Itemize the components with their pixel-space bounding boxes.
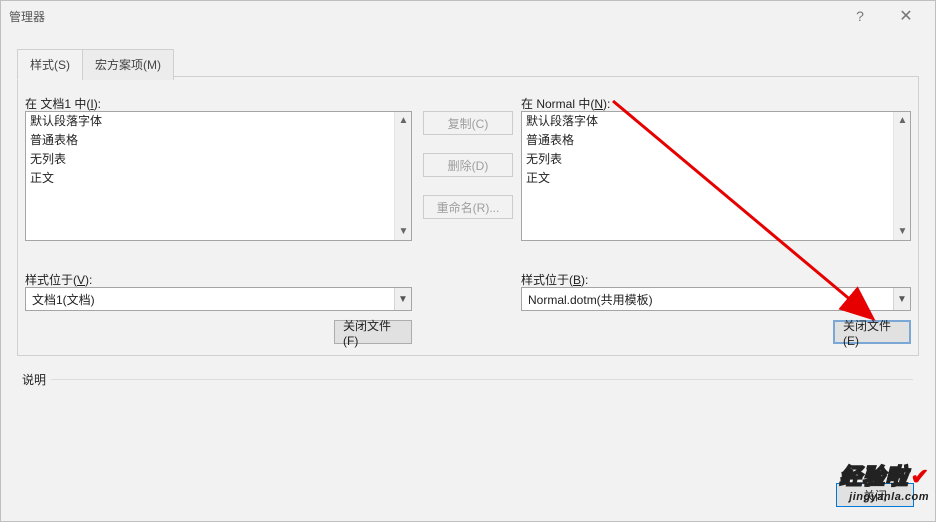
left-styles-listbox[interactable]: 默认段落字体 普通表格 无列表 正文 ▲ ▼ — [25, 111, 412, 241]
left-in-prefix: 在 文档1 中( — [25, 97, 90, 111]
right-loc-prefix: 样式位于( — [521, 273, 573, 287]
list-item[interactable]: 正文 — [522, 169, 893, 188]
chevron-down-icon[interactable]: ▼ — [893, 288, 910, 310]
chevron-down-icon[interactable]: ▼ — [394, 288, 411, 310]
right-loc-suffix: ): — [581, 273, 588, 287]
delete-button: 删除(D) — [423, 153, 513, 177]
rename-button-label: 重命名(R)... — [437, 199, 500, 216]
right-in-label: 在 Normal 中(N): — [521, 95, 610, 112]
scroll-up-icon[interactable]: ▲ — [894, 112, 911, 129]
left-loc-prefix: 样式位于( — [25, 273, 77, 287]
left-close-file-button[interactable]: 关闭文件(F) — [334, 320, 412, 344]
right-close-file-button[interactable]: 关闭文件(E) — [833, 320, 911, 344]
list-item[interactable]: 正文 — [26, 169, 394, 188]
copy-button-label: 复制(C) — [448, 115, 489, 132]
left-loc-suffix: ): — [85, 273, 92, 287]
list-item[interactable]: 默认段落字体 — [26, 112, 394, 131]
right-location-dropdown[interactable]: Normal.dotm(共用模板) ▼ — [521, 287, 911, 311]
tab-macros-label: 宏方案项(M) — [95, 58, 161, 72]
description-separator — [51, 379, 913, 380]
left-loc-key: V — [77, 273, 85, 287]
copy-button: 复制(C) — [423, 111, 513, 135]
left-location-dropdown[interactable]: 文档1(文档) ▼ — [25, 287, 412, 311]
window-controls: ? ✕ — [837, 1, 929, 31]
tab-panel: 在 文档1 中(I): 默认段落字体 普通表格 无列表 正文 ▲ ▼ 样式位于(… — [17, 76, 919, 356]
left-styles-items: 默认段落字体 普通表格 无列表 正文 — [26, 112, 394, 240]
scroll-down-icon[interactable]: ▼ — [395, 223, 412, 240]
right-in-key: N — [594, 97, 603, 111]
list-item[interactable]: 普通表格 — [26, 131, 394, 150]
left-location-label: 样式位于(V): — [25, 271, 92, 288]
tab-styles[interactable]: 样式(S) — [17, 49, 83, 80]
scroll-down-icon[interactable]: ▼ — [894, 223, 911, 240]
tab-styles-label: 样式(S) — [30, 58, 70, 72]
dialog-window: 管理器 ? ✕ 样式(S) 宏方案项(M) 在 文档1 中(I): 默认段落字体… — [0, 0, 936, 522]
dialog-close-label: 关闭 — [863, 487, 887, 504]
window-title: 管理器 — [7, 8, 837, 25]
rename-button: 重命名(R)... — [423, 195, 513, 219]
help-button[interactable]: ? — [837, 1, 883, 31]
right-loc-key: B — [573, 273, 581, 287]
list-item[interactable]: 普通表格 — [522, 131, 893, 150]
right-in-suffix: ): — [603, 97, 610, 111]
description-label: 说明 — [22, 371, 46, 388]
titlebar: 管理器 ? ✕ — [1, 1, 935, 31]
right-styles-listbox[interactable]: 默认段落字体 普通表格 无列表 正文 ▲ ▼ — [521, 111, 911, 241]
left-location-value: 文档1(文档) — [26, 291, 394, 308]
right-styles-items: 默认段落字体 普通表格 无列表 正文 — [522, 112, 893, 240]
panel-content: 在 文档1 中(I): 默认段落字体 普通表格 无列表 正文 ▲ ▼ 样式位于(… — [18, 77, 918, 355]
delete-button-label: 删除(D) — [448, 157, 489, 174]
left-in-label: 在 文档1 中(I): — [25, 95, 101, 112]
list-item[interactable]: 无列表 — [522, 150, 893, 169]
right-in-prefix: 在 Normal 中( — [521, 97, 594, 111]
close-window-button[interactable]: ✕ — [883, 1, 929, 31]
tab-macros[interactable]: 宏方案项(M) — [82, 49, 174, 80]
right-location-value: Normal.dotm(共用模板) — [522, 291, 893, 308]
tab-strip: 样式(S) 宏方案项(M) — [17, 49, 173, 80]
left-close-file-label: 关闭文件(F) — [343, 317, 403, 348]
left-in-suffix: ): — [94, 97, 101, 111]
dialog-close-button[interactable]: 关闭 — [836, 483, 914, 507]
list-item[interactable]: 无列表 — [26, 150, 394, 169]
right-close-file-label: 关闭文件(E) — [843, 317, 901, 348]
left-list-scrollbar[interactable]: ▲ ▼ — [394, 112, 411, 240]
list-item[interactable]: 默认段落字体 — [522, 112, 893, 131]
right-list-scrollbar[interactable]: ▲ ▼ — [893, 112, 910, 240]
scroll-up-icon[interactable]: ▲ — [395, 112, 412, 129]
right-location-label: 样式位于(B): — [521, 271, 588, 288]
